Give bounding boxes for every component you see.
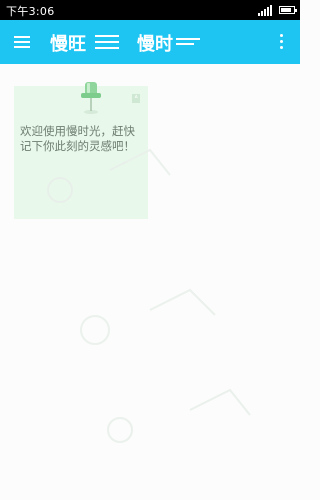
watermark: [47, 148, 251, 443]
